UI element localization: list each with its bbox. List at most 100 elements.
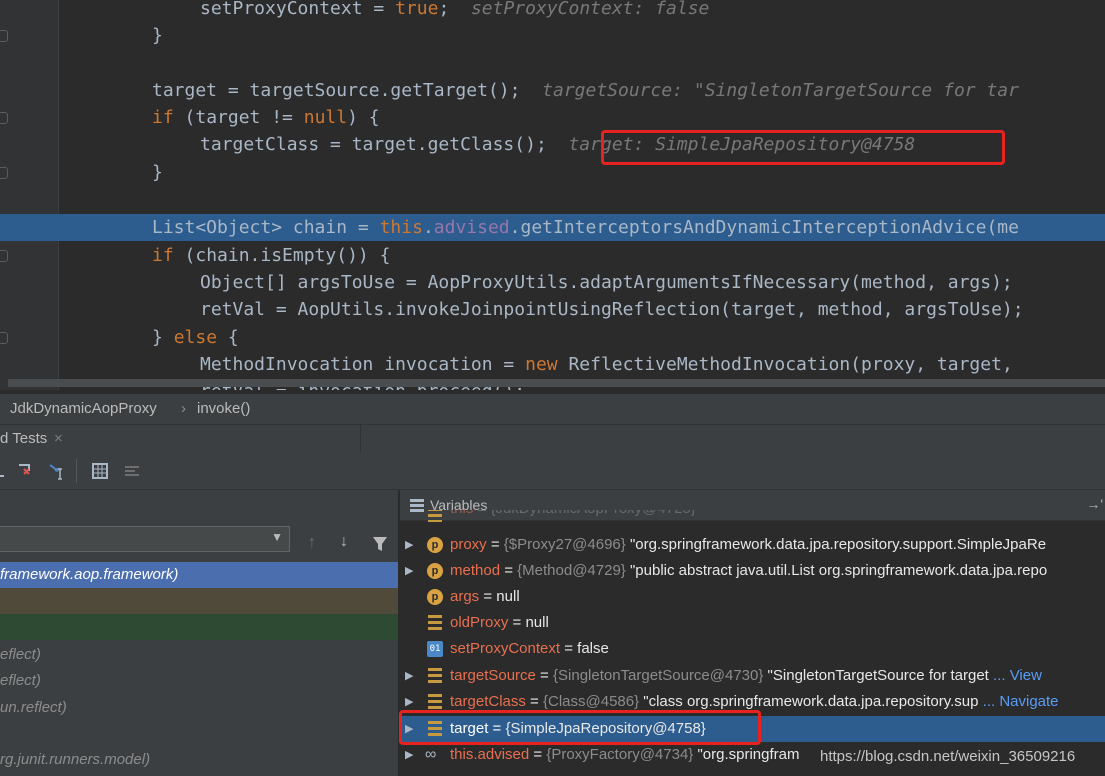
code-token: .getInterceptorsAndDynamicInterceptionAd… (509, 217, 1019, 238)
field-icon (428, 615, 442, 631)
horizontal-scrollbar[interactable] (8, 379, 1105, 387)
frame-item[interactable]: eflect) (0, 668, 398, 694)
code-line[interactable]: Object[] argsToUse = AopProxyUtils.adapt… (0, 269, 1105, 296)
code-token: setProxyContext = (200, 0, 396, 19)
evaluate-icon[interactable] (90, 461, 110, 481)
code-text: target = targetSource.getTarget(); targe… (152, 77, 1019, 104)
code-text: } (152, 22, 163, 49)
code-line[interactable]: } (0, 22, 1105, 49)
expand-arrow-icon[interactable]: ▶ (405, 558, 413, 584)
chevron-down-icon[interactable]: ▼ (271, 530, 283, 544)
code-token: advised (433, 217, 510, 238)
code-token: MethodInvocation invocation = (200, 354, 526, 375)
thread-select[interactable]: ▼ (0, 526, 290, 552)
watch-glasses-icon: ∞ (425, 746, 437, 763)
code-line-current[interactable]: List<Object> chain = this.advised.getInt… (0, 214, 1105, 241)
code-token: } (152, 327, 174, 348)
arrow-up-icon[interactable]: ↑ (308, 534, 316, 552)
navigate-link[interactable]: ... Navigate (978, 693, 1059, 710)
field-icon (428, 694, 442, 710)
code-token: this (379, 217, 423, 238)
code-text: } else { (152, 324, 239, 351)
view-link[interactable]: ... View (989, 667, 1042, 684)
code-token: (chain.isEmpty()) { (173, 245, 391, 266)
debug-tab-bar: d Tests × (0, 424, 1105, 453)
frame-item[interactable]: rg.junit.runners.model) (0, 747, 398, 773)
drop-frame-icon[interactable] (16, 461, 36, 481)
code-token: new (525, 354, 558, 375)
code-token: targetClass = target.getClass(); (200, 134, 569, 155)
frame-item[interactable]: un.reflect) (0, 695, 398, 721)
code-line[interactable]: setProxyContext = true; setProxyContext:… (0, 0, 1105, 22)
code-line[interactable]: if (chain.isEmpty()) { (0, 242, 1105, 269)
code-token: else (173, 327, 218, 348)
code-token: true (395, 0, 439, 19)
parameter-icon: p (427, 563, 443, 579)
filter-icon[interactable] (372, 536, 388, 552)
tab-label: d Tests (0, 430, 48, 447)
trace-icon[interactable] (122, 461, 142, 481)
primitive-icon: 01 (427, 641, 443, 657)
field-icon (428, 510, 442, 522)
frame-item[interactable] (0, 614, 398, 640)
arrow-down-icon[interactable]: ↓ (340, 533, 348, 551)
expand-arrow-icon[interactable]: ▶ (405, 663, 413, 689)
field-icon (428, 668, 442, 684)
code-text: if (chain.isEmpty()) { (152, 242, 390, 269)
breadcrumb-separator: › (181, 400, 186, 417)
frame-item[interactable]: eflect) (0, 642, 398, 668)
code-token: ReflectiveMethodInvocation(proxy, target… (557, 354, 1013, 375)
code-line[interactable]: if (target != null) { (0, 104, 1105, 131)
frame-item[interactable] (0, 588, 398, 614)
variable-row[interactable]: 01 setProxyContext = false (400, 636, 1105, 662)
code-line[interactable]: target = targetSource.getTarget(); targe… (0, 77, 1105, 104)
toolbar-divider (76, 459, 77, 483)
code-token: } (152, 162, 163, 183)
code-token: targetSource: "SingletonTargetSource for… (542, 80, 1019, 101)
code-text: if (target != null) { (152, 104, 380, 131)
code-token: if (152, 107, 174, 128)
annotation-box-variable (399, 710, 761, 745)
code-text: } (152, 159, 163, 186)
code-token: ; (438, 0, 471, 19)
tab-tests[interactable]: d Tests × (0, 425, 361, 453)
code-line[interactable]: MethodInvocation invocation = new Reflec… (0, 351, 1105, 378)
variable-row[interactable]: oldProxy = null (400, 610, 1105, 636)
code-line[interactable]: } else { (0, 324, 1105, 351)
variable-row[interactable]: p args = null (400, 584, 1105, 610)
debug-toolbar (0, 453, 1105, 490)
code-editor[interactable]: setProxyContext = true; setProxyContext:… (0, 0, 1105, 390)
variable-row[interactable]: ▶ targetSource = {SingletonTargetSource@… (400, 663, 1105, 689)
run-to-cursor-icon[interactable] (48, 461, 68, 481)
parameter-icon: p (427, 589, 443, 605)
code-text: MethodInvocation invocation = new Reflec… (200, 351, 1013, 378)
breadcrumb-class[interactable]: JdkDynamicAopProxy (10, 400, 157, 417)
expand-arrow-icon[interactable]: ▶ (405, 532, 413, 558)
code-text: retVal = AopUtils.invokeJoinpointUsingRe… (200, 296, 1024, 323)
code-token: . (422, 217, 434, 238)
code-text: Object[] argsToUse = AopProxyUtils.adapt… (200, 269, 1013, 296)
step-icon[interactable] (0, 461, 14, 481)
code-token: null (303, 107, 348, 128)
annotation-box-editor (601, 130, 1005, 165)
code-token: if (152, 245, 174, 266)
parameter-icon: p (427, 537, 443, 553)
variable-row[interactable]: this = {JdkDynamicAopProxy@4725} (400, 510, 1105, 522)
breadcrumb-method[interactable]: invoke() (197, 400, 250, 417)
code-token: setProxyContext: false (470, 0, 710, 19)
code-token: Object[] argsToUse = AopProxyUtils.adapt… (200, 272, 1013, 293)
frames-panel: ▼ ↑ ↓ framework.aop.framework) eflect) e… (0, 490, 399, 776)
code-token: target = targetSource.getTarget(); (152, 80, 543, 101)
frame-item[interactable] (0, 721, 398, 747)
variable-row[interactable]: ▶ p method = {Method@4729} "public abstr… (400, 558, 1105, 584)
code-line[interactable]: retVal = AopUtils.invokeJoinpointUsingRe… (0, 296, 1105, 323)
close-icon[interactable]: × (54, 430, 63, 447)
variable-row[interactable]: ▶ p proxy = {$Proxy27@4696} "org.springf… (400, 532, 1105, 558)
code-text: setProxyContext = true; setProxyContext:… (200, 0, 709, 22)
code-text: List<Object> chain = this.advised.getInt… (152, 214, 1019, 241)
breadcrumb: JdkDynamicAopProxy › invoke() (0, 393, 1105, 424)
code-token: (target != (173, 107, 304, 128)
frame-item[interactable]: framework.aop.framework) (0, 562, 398, 588)
code-token: List<Object> chain = (152, 217, 380, 238)
expand-arrow-icon[interactable]: ▶ (405, 742, 413, 768)
